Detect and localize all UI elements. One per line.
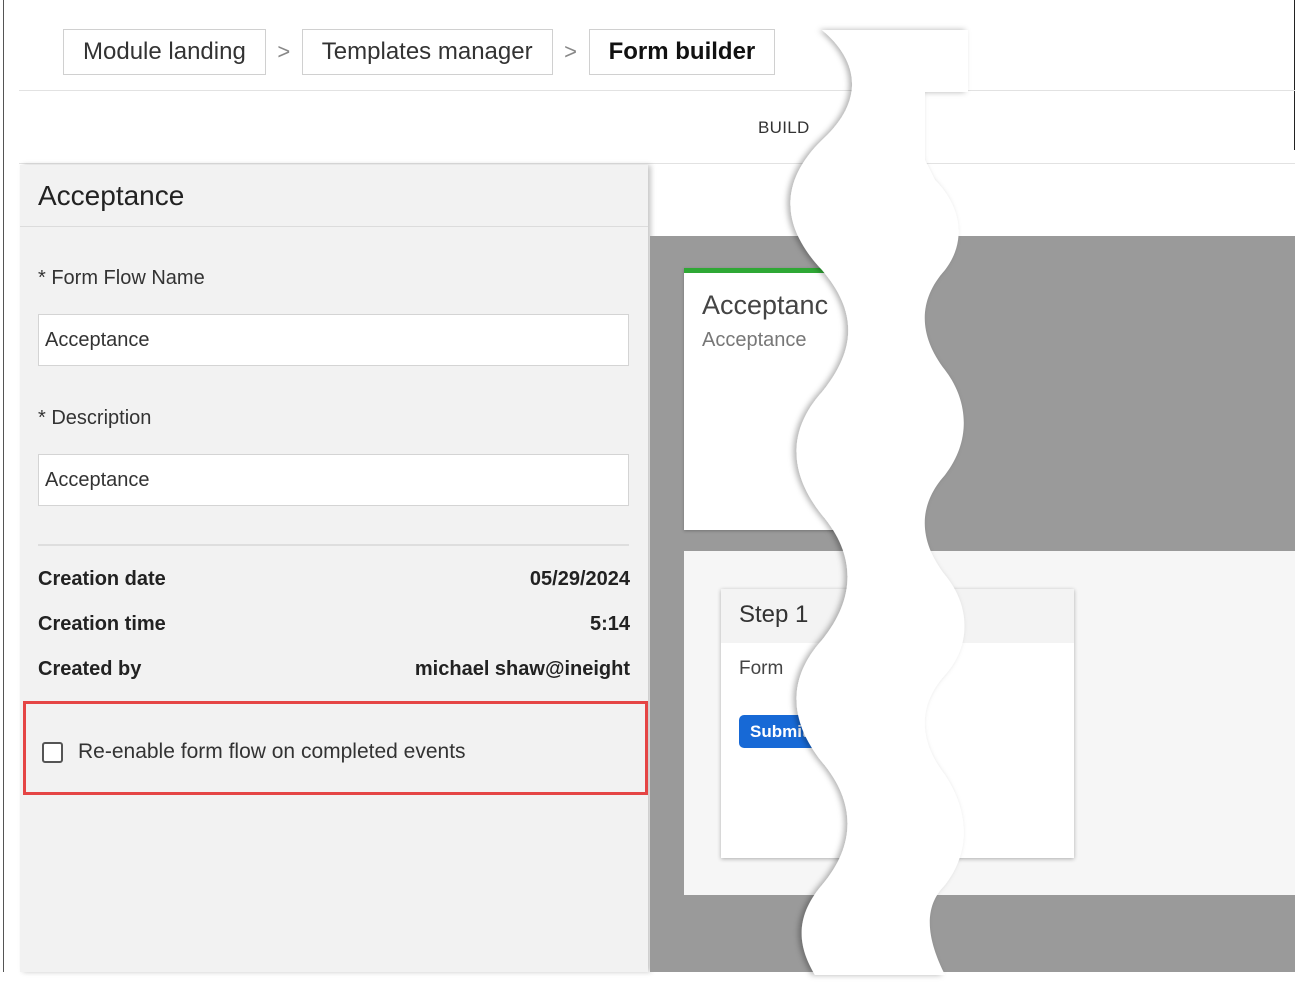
creation-time-label: Creation time [38,613,166,635]
breadcrumb-separator-icon: > [277,39,291,64]
creation-time-value: 5:14 [589,613,630,635]
created-by-row: Created by michael shaw@ineight [38,658,630,681]
step-card[interactable]: Step 1 Form Submit t [721,589,1074,858]
tabs-divider [19,163,1295,164]
breadcrumb-module-landing[interactable]: Module landing [63,29,266,75]
form-flow-name-input[interactable] [38,314,629,366]
breadcrumb-templates-manager[interactable]: Templates manager [301,29,553,75]
form-flow-card[interactable]: Acceptanc Acceptance [684,268,874,530]
form-flow-card-subtitle: Acceptance [702,329,807,351]
creation-date-label: Creation date [38,568,166,590]
created-by-label: Created by [38,658,142,680]
step-form-text: Form [739,658,784,679]
creation-date-value: 05/29/2024 [529,568,630,590]
submit-button[interactable]: Submit t [739,715,849,748]
breadcrumb-separator-icon: > [564,39,577,64]
frame-border-left [3,0,4,972]
created-by-value: michael shaw@ineight [414,658,630,680]
form-flow-card-title: Acceptanc [702,290,829,320]
breadcrumb: Module landing > Templates manager > For… [63,29,776,75]
form-flow-name-label: * Form Flow Name [38,267,205,289]
reenable-checkbox[interactable] [42,742,63,763]
description-label: * Description [38,407,152,429]
breadcrumb-form-builder: Form builder [588,29,776,75]
frame-border-right [1294,0,1295,150]
reenable-checkbox-label[interactable]: Re-enable form flow on completed events [78,740,466,764]
header-divider [19,90,1295,91]
panel-title-divider [20,226,648,227]
info-divider [38,544,629,546]
description-input[interactable] [38,454,629,506]
tab-build[interactable]: BUILD [758,118,810,138]
creation-time-row: Creation time 5:14 [38,613,630,636]
step-title: Step 1 [721,589,1074,643]
properties-panel: Acceptance * Form Flow Name * Descriptio… [20,165,648,972]
creation-date-row: Creation date 05/29/2024 [38,568,630,591]
panel-title: Acceptance [38,180,185,211]
reenable-highlight-box: Re-enable form flow on completed events [23,701,648,795]
